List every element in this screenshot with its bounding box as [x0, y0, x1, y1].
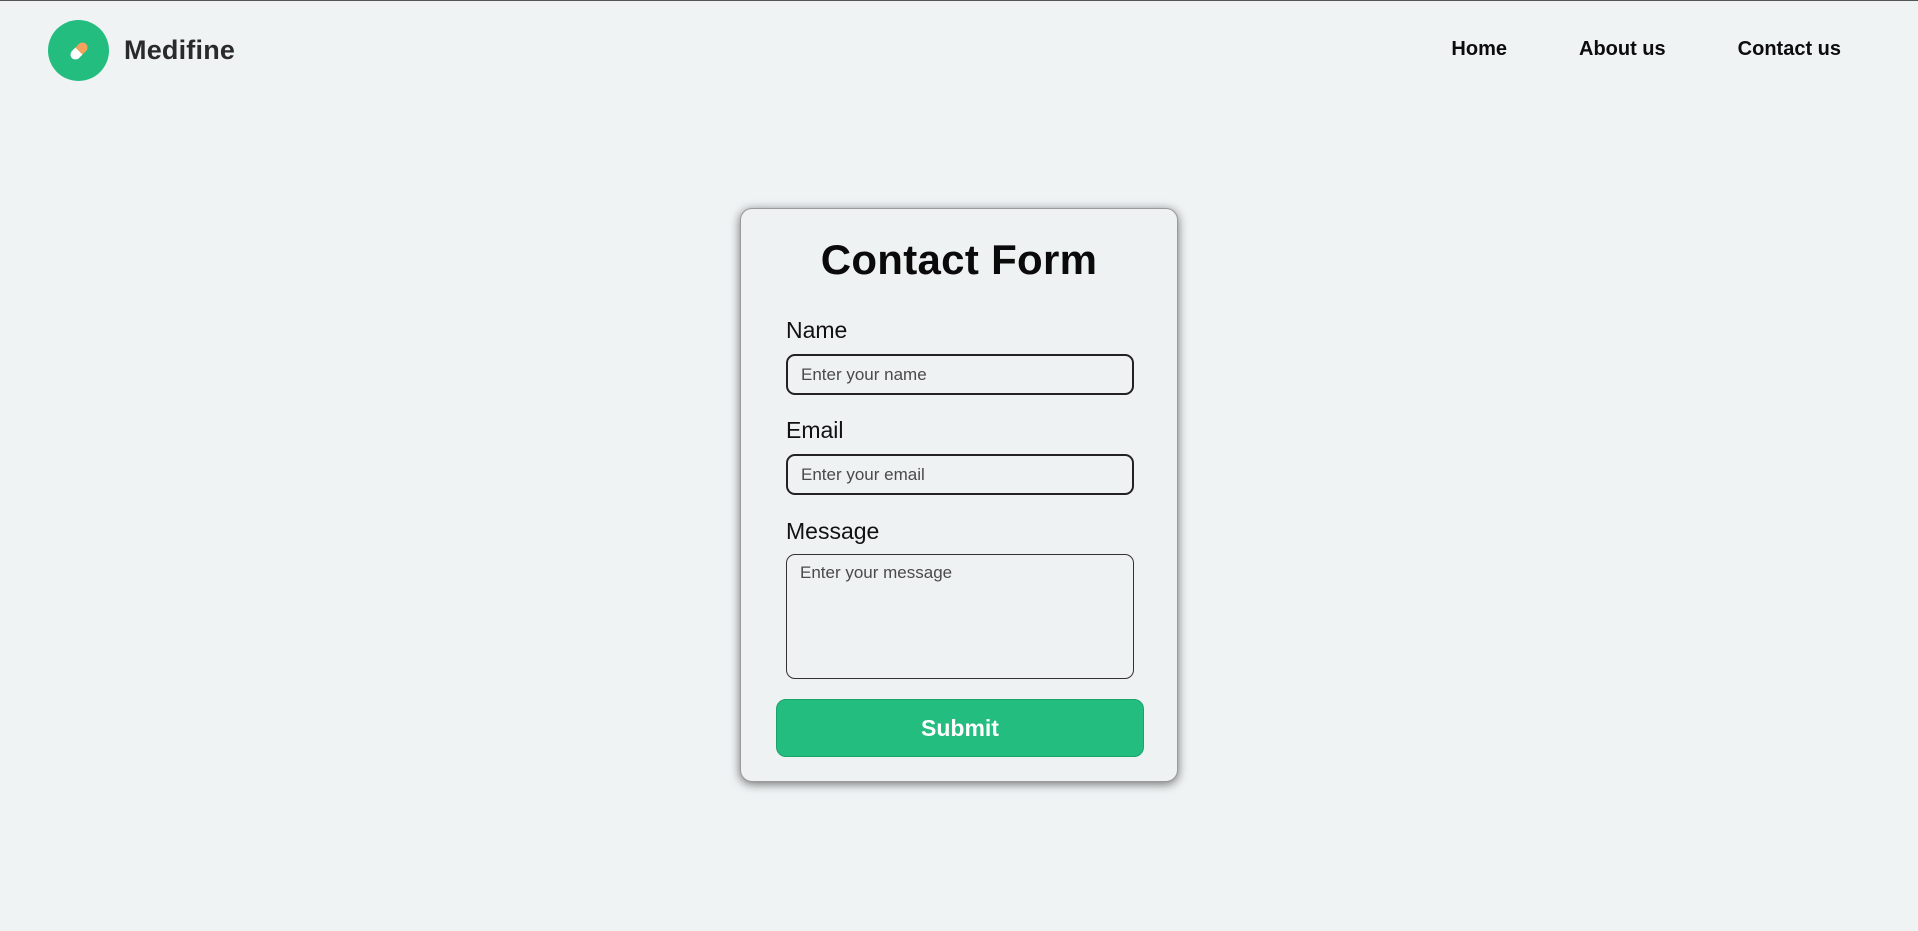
navbar: Medifine Home About us Contact us [0, 1, 1918, 101]
nav-contact-link[interactable]: Contact us [1738, 38, 1841, 61]
email-label: Email [786, 417, 844, 443]
brand-name: Medifine [124, 35, 236, 65]
pill-icon-glyph [70, 41, 88, 59]
form-title: Contact Form [820, 236, 1098, 283]
message-textarea[interactable] [786, 554, 1134, 679]
message-label: Message [786, 518, 880, 544]
nav-about-link[interactable]: About us [1579, 38, 1666, 61]
name-label: Name [786, 317, 848, 343]
contact-form-card: Contact Form Name Email Message Submit [740, 208, 1178, 782]
pill-icon [48, 20, 109, 81]
email-input[interactable] [786, 454, 1134, 495]
main-nav: Home About us Contact us [1451, 38, 1841, 61]
submit-button[interactable]: Submit [776, 699, 1144, 757]
brand-link[interactable]: Medifine [48, 20, 235, 81]
nav-home-link[interactable]: Home [1451, 38, 1507, 61]
name-input[interactable] [786, 354, 1134, 395]
